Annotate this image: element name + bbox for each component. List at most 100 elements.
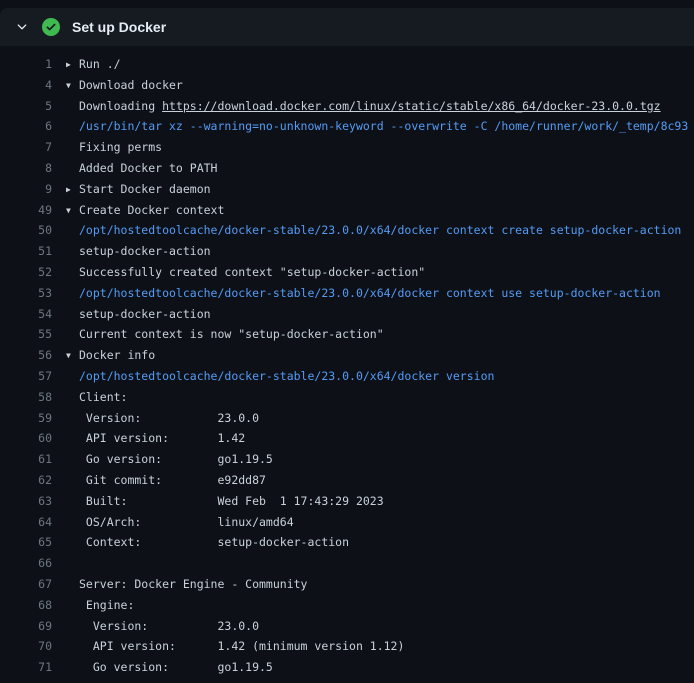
line-number[interactable]: 58 (0, 387, 52, 408)
log-line: 58 Client: (0, 387, 694, 408)
log-line: 72 Git commit: d7573ab (0, 678, 694, 683)
log-line: 7 Fixing perms (0, 137, 694, 158)
log-line: 1▶Run ./ (0, 54, 694, 75)
line-number[interactable]: 64 (0, 512, 52, 533)
line-number[interactable]: 53 (0, 283, 52, 304)
log-link[interactable]: https://download.docker.com/linux/static… (162, 99, 661, 113)
log-text: Engine: (79, 598, 134, 612)
log-group-toggle[interactable]: ▼Create Docker context (52, 200, 694, 221)
log-line-content: API version: 1.42 (minimum version 1.12) (52, 636, 694, 657)
log-text: Current context is now "setup-docker-act… (79, 327, 384, 341)
line-number[interactable]: 72 (0, 678, 52, 683)
log-text: Downloading (79, 99, 162, 113)
line-number[interactable]: 66 (0, 553, 52, 574)
line-number[interactable]: 6 (0, 116, 52, 137)
log-group-toggle[interactable]: ▶Start Docker daemon (52, 179, 694, 200)
log-command-text: /opt/hostedtoolcache/docker-stable/23.0.… (79, 223, 681, 237)
line-number[interactable]: 55 (0, 324, 52, 345)
log-line: 52Successfully created context "setup-do… (0, 262, 694, 283)
line-number[interactable]: 70 (0, 636, 52, 657)
log-text: API version: 1.42 (minimum version 1.12) (79, 639, 404, 653)
line-number[interactable]: 57 (0, 366, 52, 387)
log-command-text: /usr/bin/tar xz --warning=no-unknown-key… (79, 119, 688, 133)
log-line-content: /opt/hostedtoolcache/docker-stable/23.0.… (52, 283, 694, 304)
log-text: Create Docker context (79, 203, 224, 217)
log-line-content: OS/Arch: linux/amd64 (52, 512, 694, 533)
log-text: Fixing perms (79, 140, 162, 154)
log-line: 8Added Docker to PATH (0, 158, 694, 179)
log-text: Version: 23.0.0 (79, 619, 259, 633)
log-line-content: Successfully created context "setup-dock… (52, 262, 694, 283)
log-text: Git commit: e92dd87 (79, 473, 266, 487)
log-text: Go version: go1.19.5 (79, 452, 273, 466)
chevron-collapsed-icon[interactable]: ▶ (66, 55, 79, 75)
actions-log-page: { "colors": { "page_background": "#0d111… (0, 8, 694, 683)
log-command-text: /opt/hostedtoolcache/docker-stable/23.0.… (79, 286, 661, 300)
line-number[interactable]: 5 (0, 96, 52, 117)
line-number[interactable]: 8 (0, 158, 52, 179)
log-line: 53/opt/hostedtoolcache/docker-stable/23.… (0, 283, 694, 304)
log-line-content: Go version: go1.19.5 (52, 657, 694, 678)
line-number[interactable]: 60 (0, 428, 52, 449)
log-line-content: Git commit: e92dd87 (52, 470, 694, 491)
log-line: 57/opt/hostedtoolcache/docker-stable/23.… (0, 366, 694, 387)
log-line-content: Git commit: d7573ab (52, 678, 694, 683)
log-line-content: Client: (52, 387, 694, 408)
chevron-expanded-icon[interactable]: ▼ (66, 201, 79, 221)
log-line: 61 Go version: go1.19.5 (0, 449, 694, 470)
log-text: Context: setup-docker-action (79, 535, 349, 549)
line-number[interactable]: 63 (0, 491, 52, 512)
log-line: 69 Version: 23.0.0 (0, 616, 694, 637)
line-number[interactable]: 71 (0, 657, 52, 678)
line-number[interactable]: 50 (0, 220, 52, 241)
log-line: 50/opt/hostedtoolcache/docker-stable/23.… (0, 220, 694, 241)
step-header[interactable]: Set up Docker (0, 8, 694, 46)
log-text: Server: Docker Engine - Community (79, 577, 307, 591)
line-number[interactable]: 7 (0, 137, 52, 158)
line-number[interactable]: 59 (0, 408, 52, 429)
log-text: Run ./ (79, 57, 121, 71)
line-number[interactable]: 62 (0, 470, 52, 491)
log-text: Client: (79, 390, 127, 404)
log-line: 9▶Start Docker daemon (0, 179, 694, 200)
log-line: 60 API version: 1.42 (0, 428, 694, 449)
log-line-content: /opt/hostedtoolcache/docker-stable/23.0.… (52, 366, 694, 387)
log-line: 54 setup-docker-action (0, 304, 694, 325)
log-group-toggle[interactable]: ▼Download docker (52, 75, 694, 96)
log-text: setup-docker-action (79, 307, 211, 321)
line-number[interactable]: 67 (0, 574, 52, 595)
log-line: 49▼Create Docker context (0, 200, 694, 221)
chevron-down-icon[interactable] (14, 19, 30, 35)
log-text: setup-docker-action (79, 244, 211, 258)
line-number[interactable]: 1 (0, 54, 52, 75)
line-number[interactable]: 49 (0, 200, 52, 221)
log-line: 59 Version: 23.0.0 (0, 408, 694, 429)
log-line: 68 Engine: (0, 595, 694, 616)
line-number[interactable]: 4 (0, 75, 52, 96)
log-line: 65 Context: setup-docker-action (0, 532, 694, 553)
line-number[interactable]: 51 (0, 241, 52, 262)
chevron-expanded-icon[interactable]: ▼ (66, 346, 79, 366)
log-line-content: Fixing perms (52, 137, 694, 158)
log-line-content: Context: setup-docker-action (52, 532, 694, 553)
line-number[interactable]: 52 (0, 262, 52, 283)
log-line-content: /opt/hostedtoolcache/docker-stable/23.0.… (52, 220, 694, 241)
log-line: 62 Git commit: e92dd87 (0, 470, 694, 491)
log-line-content: Server: Docker Engine - Community (52, 574, 694, 595)
log-line-content: API version: 1.42 (52, 428, 694, 449)
log-line: 55 Current context is now "setup-docker-a… (0, 324, 694, 345)
chevron-expanded-icon[interactable]: ▼ (66, 76, 79, 96)
chevron-collapsed-icon[interactable]: ▶ (66, 180, 79, 200)
log-line: 6/usr/bin/tar xz --warning=no-unknown-ke… (0, 116, 694, 137)
log-text: Go version: go1.19.5 (79, 660, 273, 674)
line-number[interactable]: 68 (0, 595, 52, 616)
log-group-toggle[interactable]: ▼Docker info (52, 345, 694, 366)
line-number[interactable]: 56 (0, 345, 52, 366)
line-number[interactable]: 54 (0, 304, 52, 325)
line-number[interactable]: 69 (0, 616, 52, 637)
line-number[interactable]: 9 (0, 179, 52, 200)
log-line-content: /usr/bin/tar xz --warning=no-unknown-key… (52, 116, 694, 137)
line-number[interactable]: 61 (0, 449, 52, 470)
line-number[interactable]: 65 (0, 532, 52, 553)
log-group-toggle[interactable]: ▶Run ./ (52, 54, 694, 75)
